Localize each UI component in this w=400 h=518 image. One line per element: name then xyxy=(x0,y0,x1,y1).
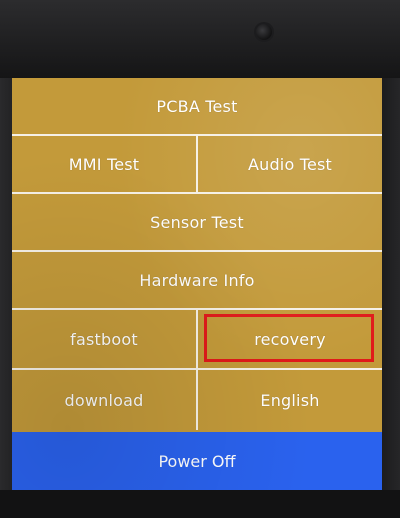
pcba-test-button[interactable]: PCBA Test xyxy=(12,78,382,134)
menu-row-6: download English xyxy=(12,370,382,430)
factory-mode-screen: PCBA Test MMI Test Audio Test Sensor Tes… xyxy=(12,78,382,490)
english-button[interactable]: English xyxy=(196,370,382,430)
menu-row-5: fastboot recovery xyxy=(12,310,382,370)
menu-row-3: Sensor Test xyxy=(12,194,382,252)
download-button[interactable]: download xyxy=(12,370,196,430)
phone-top-bezel xyxy=(0,0,400,78)
power-off-button[interactable]: Power Off xyxy=(12,432,382,490)
fastboot-button[interactable]: fastboot xyxy=(12,310,196,368)
menu-row-2: MMI Test Audio Test xyxy=(12,136,382,194)
mmi-test-button[interactable]: MMI Test xyxy=(12,136,196,192)
sensor-test-button[interactable]: Sensor Test xyxy=(12,194,382,250)
audio-test-button[interactable]: Audio Test xyxy=(196,136,382,192)
phone-body: PCBA Test MMI Test Audio Test Sensor Tes… xyxy=(0,0,400,518)
front-camera-icon xyxy=(256,24,272,40)
hardware-info-button[interactable]: Hardware Info xyxy=(12,252,382,308)
menu-row-1: PCBA Test xyxy=(12,78,382,136)
phone-bottom-bezel xyxy=(0,490,400,518)
menu-row-4: Hardware Info xyxy=(12,252,382,310)
recovery-button[interactable]: recovery xyxy=(196,310,382,368)
